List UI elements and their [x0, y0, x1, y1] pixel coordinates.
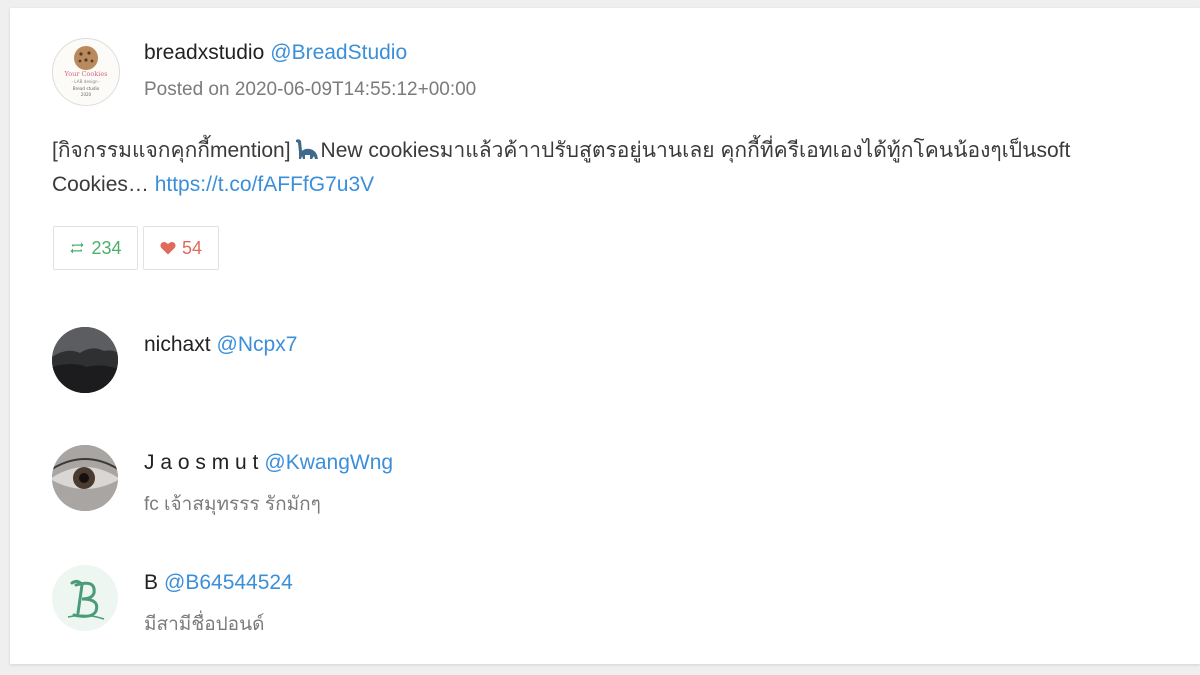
tweet-card: Your Cookies - LAB design - Bread studio…	[10, 8, 1200, 664]
user-bio: fc เจ้าสมุทรรร รักมักๆ	[144, 494, 321, 515]
retweet-icon	[70, 242, 84, 254]
user-avatar[interactable]	[52, 565, 118, 631]
user-handle[interactable]: @Ncpx7	[217, 333, 298, 356]
landscape-photo-icon	[52, 327, 118, 393]
user-name-line: B @B64544524	[144, 571, 293, 595]
like-count: 54	[181, 237, 203, 258]
user-display-name[interactable]: B	[144, 571, 158, 594]
user-display-name[interactable]: J a o s m u t	[144, 451, 258, 474]
like-button[interactable]: 54	[143, 226, 219, 270]
avatar-text-2: - LAB design -	[71, 79, 101, 84]
retweet-count: 234	[91, 237, 122, 258]
author-avatar[interactable]: Your Cookies - LAB design - Bread studio…	[52, 38, 120, 106]
dinosaur-icon	[295, 139, 318, 159]
user-bio: มีสามีชื่อปอนด์	[144, 614, 265, 635]
tweet-link[interactable]: https://t.co/fAFFfG7u3V	[155, 173, 374, 196]
author-handle[interactable]: @BreadStudio	[270, 41, 407, 64]
tweet-text-part1: [กิจกรรมแจกคุกกี้mention]	[52, 139, 291, 162]
user-handle[interactable]: @B64544524	[164, 571, 293, 594]
author-name-line: breadxstudio @BreadStudio	[144, 41, 407, 65]
avatar-text-3: Bread studio	[73, 86, 100, 91]
author-display-name[interactable]: breadxstudio	[144, 41, 264, 64]
tweet-text: [กิจกรรมแจกคุกกี้mention] New cookiesมาแ…	[52, 134, 1162, 202]
cookie-logo-icon: Your Cookies - LAB design - Bread studio…	[64, 46, 108, 97]
letter-b-logo-icon	[67, 579, 105, 620]
post-timestamp: Posted on 2020-06-09T14:55:12+00:00	[144, 79, 477, 100]
eye-photo-icon	[52, 445, 118, 511]
user-display-name[interactable]: nichaxt	[144, 333, 211, 356]
user-name-line: J a o s m u t @KwangWng	[144, 451, 393, 475]
avatar-text-1: Your Cookies	[64, 70, 108, 78]
user-avatar[interactable]	[52, 327, 118, 393]
user-handle[interactable]: @KwangWng	[264, 451, 393, 474]
heart-icon	[160, 241, 176, 255]
user-name-line: nichaxt @Ncpx7	[144, 333, 297, 357]
retweet-button[interactable]: 234	[53, 226, 138, 270]
user-avatar[interactable]	[52, 445, 118, 511]
avatar-text-4: 2020	[81, 92, 92, 97]
